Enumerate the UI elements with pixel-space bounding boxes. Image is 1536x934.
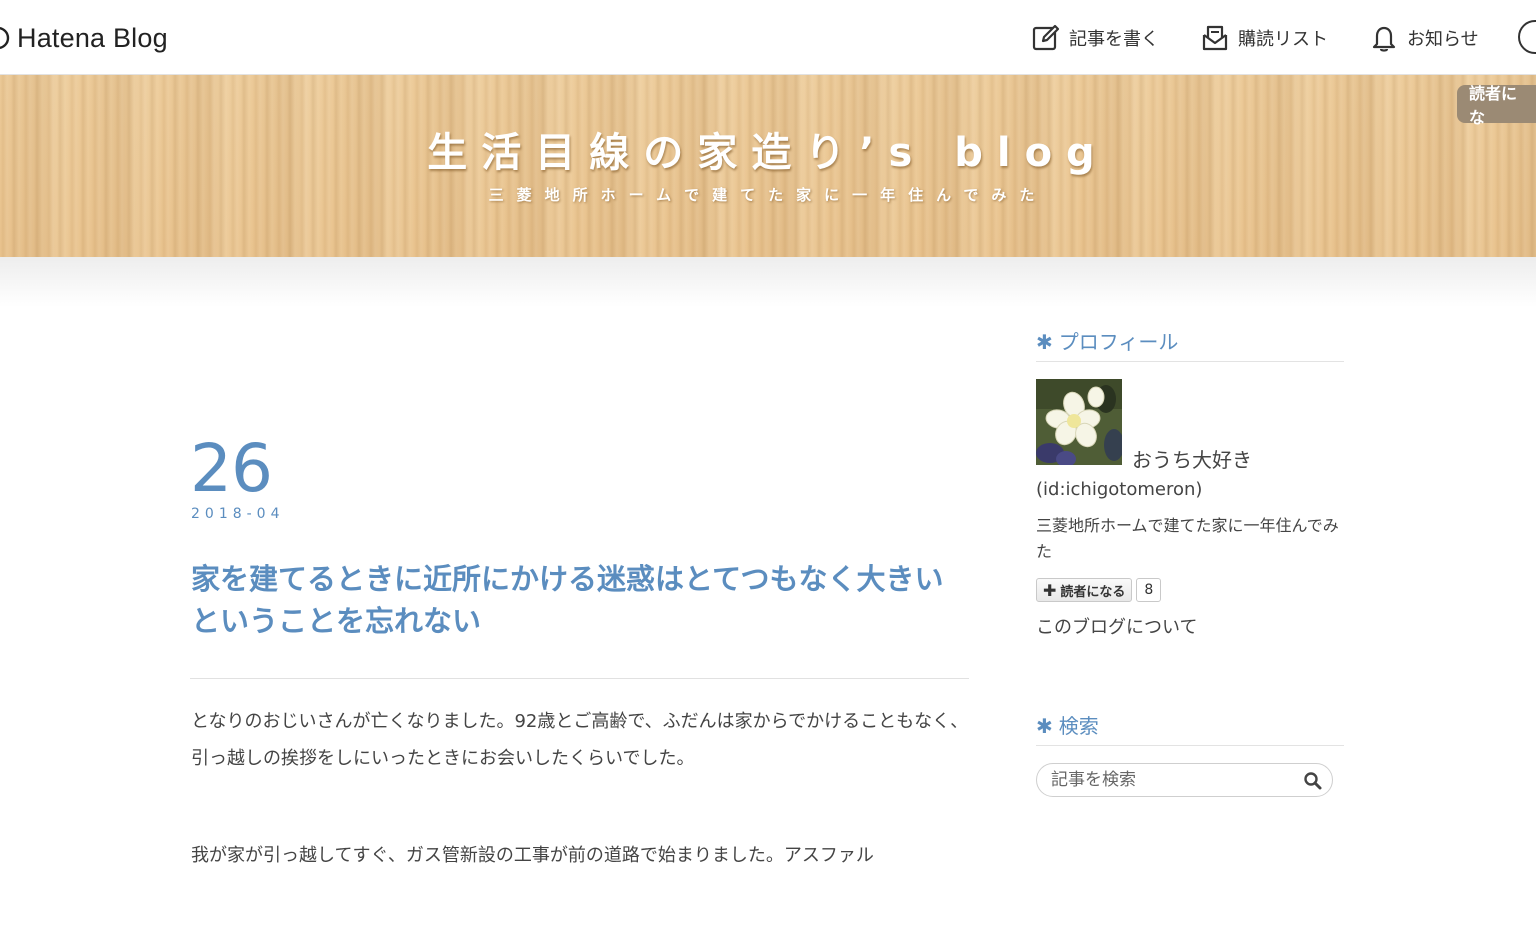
user-avatar-icon[interactable] xyxy=(1518,20,1536,54)
plus-icon: ✚ xyxy=(1043,580,1057,600)
entry-date-year-month: 2018-04 xyxy=(191,506,285,522)
subscribe-button-label: 読者になる xyxy=(1060,584,1126,600)
hatena-blog-logo[interactable]: Hatena Blog xyxy=(0,18,168,58)
notifications-label: お知らせ xyxy=(1407,29,1479,50)
about-blog-link[interactable]: このブログについて xyxy=(1036,613,1197,639)
write-article-label: 記事を書く xyxy=(1069,29,1159,50)
profile-user-id[interactable]: (id:ichigotomeron) xyxy=(1036,479,1202,500)
entry-body: となりのおじいさんが亡くなりました。92歳とご高齢で、ふだんは家からでかけること… xyxy=(191,703,971,934)
search-heading-label: 検索 xyxy=(1058,714,1099,738)
banner-shadow xyxy=(0,257,1536,307)
subscription-list-link[interactable]: 購読リスト xyxy=(1200,20,1328,56)
entry-paragraph: となりのおじいさんが亡くなりました。92歳とご高齢で、ふだんは家からでかけること… xyxy=(191,711,969,769)
title-divider xyxy=(190,678,969,679)
entry-title[interactable]: 家を建てるときに近所にかける迷惑はとてつもなく大きいということを忘れない xyxy=(191,558,971,642)
notifications-link[interactable]: お知らせ xyxy=(1369,20,1479,56)
entry-paragraph: 我が家が引っ越してすぐ、ガス管新設の工事が前の道路で始まりました。アスファル xyxy=(191,845,874,866)
brand-name: Hatena Blog xyxy=(17,22,168,53)
search-icon[interactable] xyxy=(1303,771,1323,791)
pencil-square-icon xyxy=(1032,24,1060,51)
write-article-link[interactable]: 記事を書く xyxy=(1031,20,1159,56)
profile-description: 三菱地所ホームで建てた家に一年住んでみた xyxy=(1036,516,1339,561)
asterisk-icon: ✱ xyxy=(1036,714,1053,738)
mail-tray-icon xyxy=(1202,25,1228,51)
search-input[interactable] xyxy=(1051,764,1291,796)
subscriber-count[interactable]: 8 xyxy=(1136,578,1162,602)
asterisk-icon: ✱ xyxy=(1036,330,1053,354)
subscription-list-label: 購読リスト xyxy=(1238,29,1328,50)
bell-icon xyxy=(1372,26,1396,52)
profile-heading-label: プロフィール xyxy=(1058,330,1179,354)
global-header: Hatena Blog 記事を書く 購読リスト お知らせ xyxy=(0,0,1536,75)
subscribe-button[interactable]: ✚ 読者になる xyxy=(1036,578,1133,602)
flower-photo-icon xyxy=(1036,379,1122,465)
profile-heading: ✱ プロフィール xyxy=(1036,326,1344,362)
blog-description: 三菱地所ホームで建てた家に一年住んでみた xyxy=(488,186,1048,204)
profile-nickname[interactable]: おうち大好き xyxy=(1132,444,1252,473)
subscribe-header-button[interactable]: 読者にな xyxy=(1457,84,1536,127)
subscribe-widget: ✚ 読者になる 8 xyxy=(1036,578,1162,602)
blog-title[interactable]: 生活目線の家造り’s blog xyxy=(0,120,1536,178)
search-heading: ✱ 検索 xyxy=(1036,710,1344,746)
entry-date-day[interactable]: 26 xyxy=(190,430,273,507)
hatena-logo-icon xyxy=(0,26,10,50)
search-form xyxy=(1036,763,1333,797)
profile-avatar[interactable] xyxy=(1036,379,1122,465)
